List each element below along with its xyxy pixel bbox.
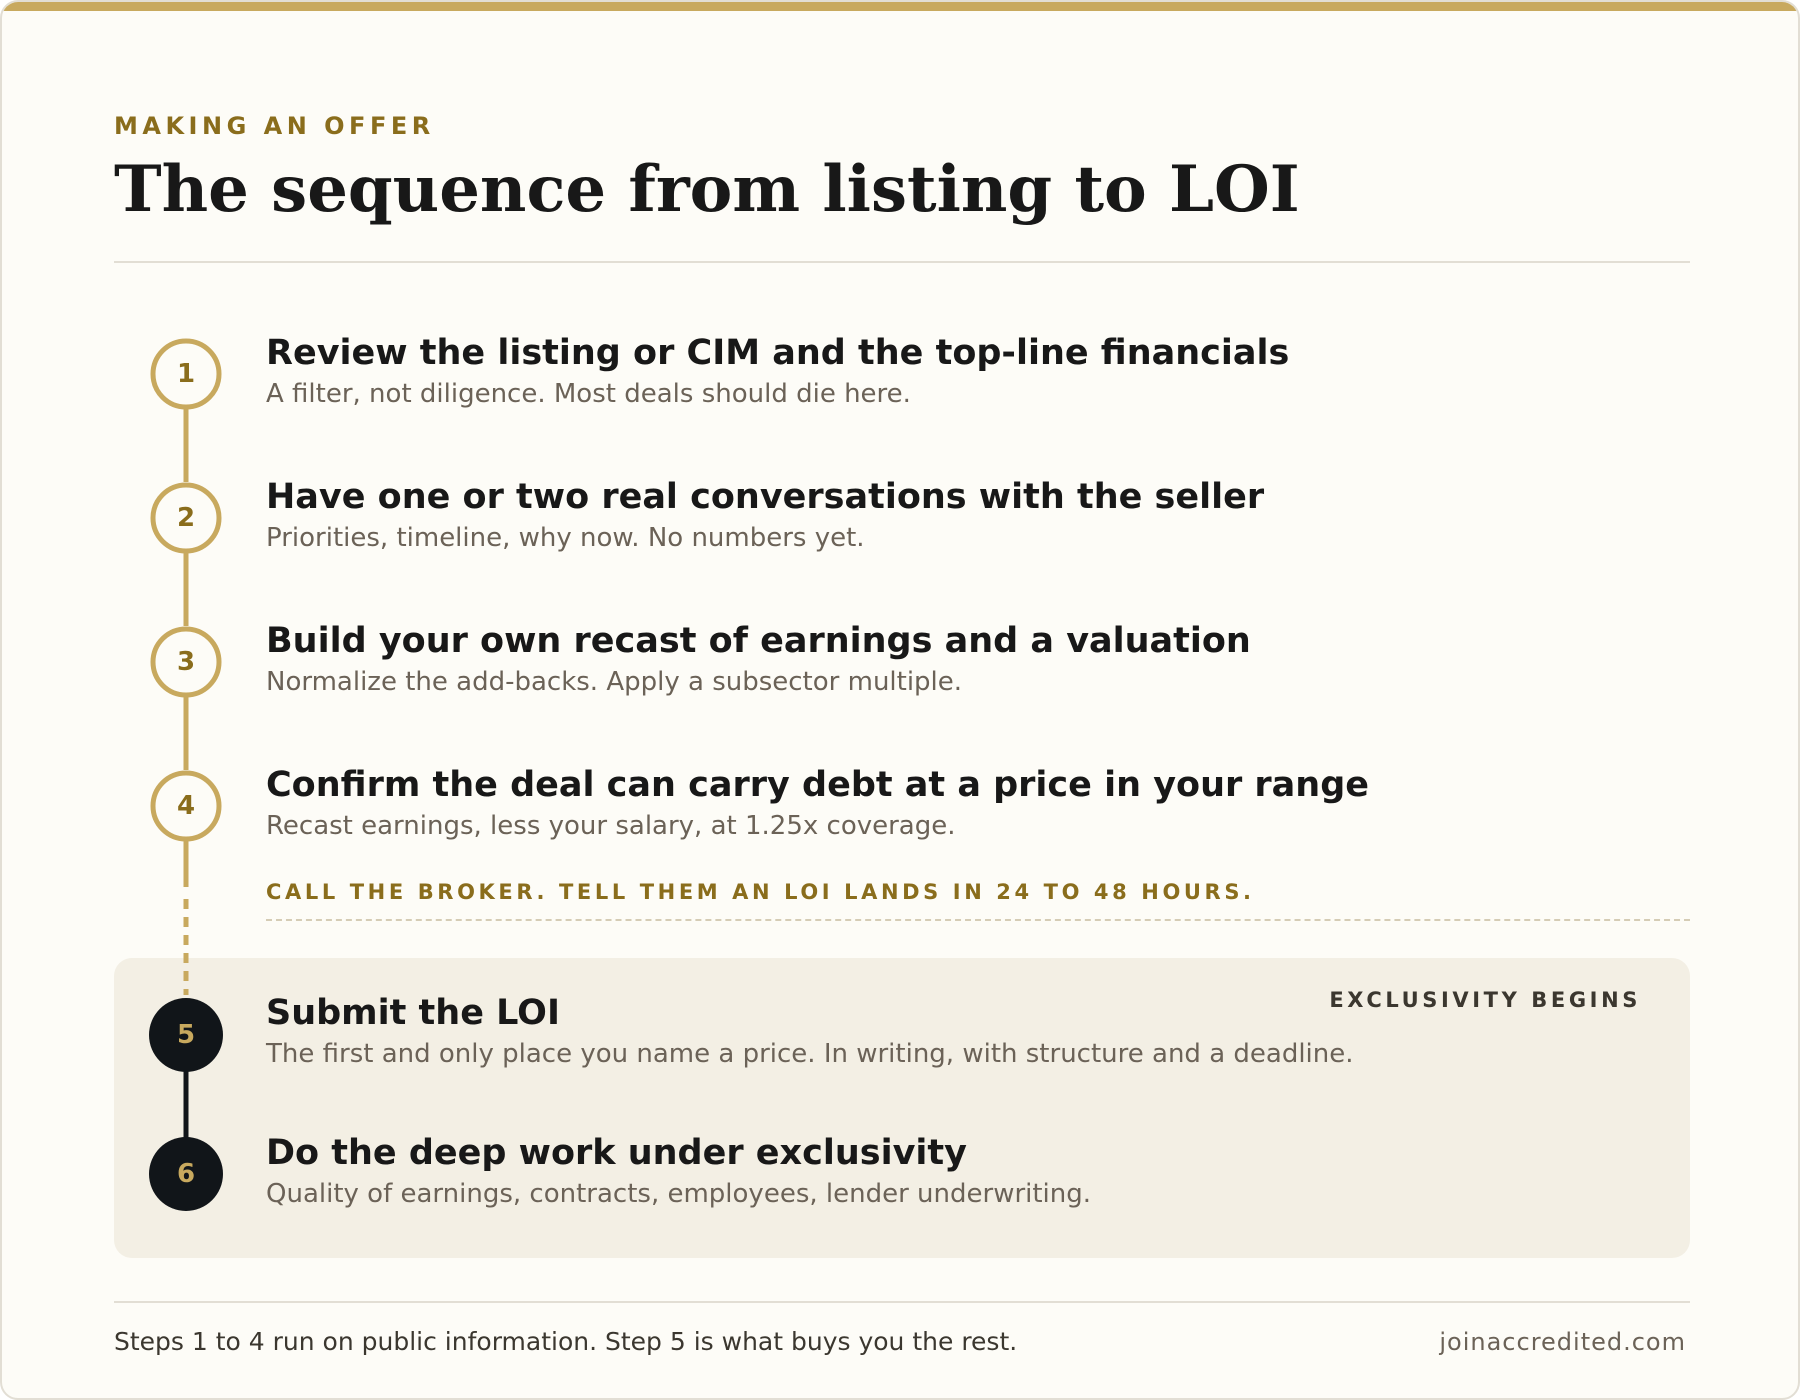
- step-3: Build your own recast of earnings and a …: [266, 620, 1251, 698]
- step-4-description: Recast earnings, less your salary, at 1.…: [266, 811, 956, 841]
- step-2-description: Priorities, timeline, why now. No number…: [266, 523, 865, 553]
- exclusivity-badge: EXCLUSIVITY BEGINS: [1329, 988, 1641, 1012]
- step-1: Review the listing or CIM and the top-li…: [266, 332, 1289, 410]
- step-1-title: Review the listing or CIM and the top-li…: [266, 333, 1290, 373]
- footer-note: Steps 1 to 4 run on public information. …: [114, 1327, 1018, 1356]
- step-5: Submit the LOI The first and only place …: [266, 992, 1354, 1070]
- step-6: Do the deep work under exclusivity Quali…: [266, 1132, 1091, 1210]
- step-number-4: 4: [176, 791, 196, 821]
- step-3-title: Build your own recast of earnings and a …: [266, 621, 1251, 661]
- step-2-title: Have one or two real conversations with …: [266, 477, 1265, 517]
- step-number-1: 1: [176, 359, 196, 389]
- step-number-3: 3: [176, 647, 196, 677]
- step-2: Have one or two real conversations with …: [266, 476, 1264, 554]
- step-6-description: Quality of earnings, contracts, employee…: [266, 1179, 1092, 1209]
- footer-divider: [114, 1301, 1690, 1303]
- step-5-title: Submit the LOI: [266, 993, 560, 1033]
- callout-divider: [266, 919, 1690, 921]
- step-5-description: The first and only place you name a pric…: [266, 1039, 1354, 1069]
- step-4-title: Confirm the deal can carry debt at a pri…: [266, 765, 1370, 805]
- step-1-description: A filter, not diligence. Most deals shou…: [266, 379, 911, 409]
- step-4: Confirm the deal can carry debt at a pri…: [266, 764, 1369, 842]
- broker-callout: CALL THE BROKER. TELL THEM AN LOI LANDS …: [266, 880, 1255, 904]
- footer-domain-link[interactable]: joinaccredited.com: [1439, 1326, 1686, 1358]
- step-number-6: 6: [176, 1159, 196, 1189]
- step-number-5: 5: [176, 1020, 196, 1050]
- step-3-description: Normalize the add-backs. Apply a subsect…: [266, 667, 963, 697]
- step-number-2: 2: [176, 503, 196, 533]
- infographic-card: MAKING AN OFFER The sequence from listin…: [0, 0, 1800, 1400]
- step-6-title: Do the deep work under exclusivity: [266, 1133, 967, 1173]
